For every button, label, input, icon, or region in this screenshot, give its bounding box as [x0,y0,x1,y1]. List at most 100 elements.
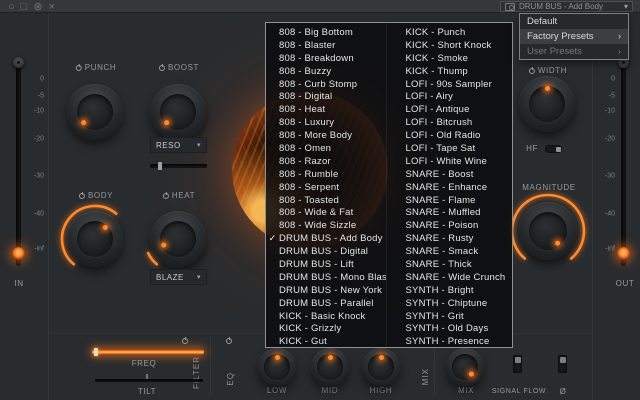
preset-item[interactable]: SYNTH - Chiptune [393,297,513,310]
preset-item[interactable]: 808 - Blaster [266,39,386,52]
preset-item[interactable]: DRUM BUS - Digital [266,245,386,258]
scale-label: -40 [605,211,615,218]
power-icon[interactable]: ⊗ [33,0,42,13]
signal-flow-toggle[interactable] [513,355,522,373]
boost-knob[interactable] [150,84,206,140]
preset-item[interactable]: 808 - Wide Sizzle [266,219,386,232]
preset-item[interactable]: LOFI - Old Radio [393,129,513,142]
scale-label: -10 [605,108,615,115]
high-knob[interactable] [362,348,400,386]
preset-item[interactable]: SNARE - Flame [393,194,513,207]
preset-item[interactable]: SNARE - Boost [393,168,513,181]
magnitude-knob[interactable] [519,202,577,260]
preset-item[interactable]: KICK - Gut [266,335,386,347]
preset-item[interactable]: LOFI - Antique [393,103,513,116]
preset-item[interactable]: 808 - Omen [266,142,386,155]
chevron-down-icon[interactable]: ▾ [624,2,628,11]
mid-knob[interactable] [311,348,349,386]
width-knob[interactable] [519,76,575,132]
preset-item[interactable]: KICK - Short Knock [393,39,513,52]
preset-item[interactable]: 808 - Heat [266,103,386,116]
preset-item[interactable]: LOFI - Tape Sat [393,142,513,155]
preset-item[interactable]: KICK - Grizzly [266,322,386,335]
preset-item[interactable]: SNARE - Rusty [393,232,513,245]
preset-item[interactable]: 808 - Big Bottom [266,26,386,39]
power-icon[interactable] [79,193,85,199]
filter-power-icon[interactable] [182,338,188,344]
preset-item[interactable]: DRUM BUS - Parallel [266,297,386,310]
preset-item[interactable]: SNARE - Enhance [393,181,513,194]
preset-item[interactable]: SNARE - Thick [393,258,513,271]
preset-item[interactable]: 808 - Toasted [266,194,386,207]
menu-item-factory-presets[interactable]: Factory Presets › [520,29,628,44]
reso-select[interactable]: RESO ▾ [150,137,207,153]
reso-slider[interactable] [150,164,207,168]
preset-item[interactable]: SNARE - Muffled [393,206,513,219]
scale-label: 0 [40,76,44,83]
preset-item[interactable]: 808 - Breakdown [266,52,386,65]
preset-item[interactable]: SYNTH - Presence [393,335,513,347]
reso-slider-handle[interactable] [158,162,162,170]
input-level-led[interactable] [12,247,25,260]
redo-icon[interactable]: □ [21,1,28,13]
preset-item[interactable]: KICK - Thump [393,65,513,78]
preset-item[interactable]: SYNTH - Bright [393,284,513,297]
undo-icon[interactable]: ○ [8,1,15,13]
eq-power-icon[interactable] [226,338,232,344]
filter-section-label: FILTER [192,356,201,389]
freq-slider[interactable] [92,349,204,355]
preset-item[interactable]: ✓DRUM BUS - Add Body [266,232,386,245]
preset-item[interactable]: 808 - More Body [266,129,386,142]
hf-toggle[interactable] [545,145,562,153]
preset-item[interactable]: LOFI - 90s Sampler [393,78,513,91]
freq-slider-handle[interactable] [94,348,98,356]
heat-knob[interactable] [150,211,206,267]
preset-item[interactable]: SNARE - Poison [393,219,513,232]
preset-item[interactable]: 808 - Rumble [266,168,386,181]
preset-item[interactable]: SYNTH - Grit [393,310,513,323]
body-knob[interactable] [67,211,123,267]
input-gain-track[interactable] [16,62,21,266]
preset-item[interactable]: 808 - Curb Stomp [266,78,386,91]
preset-item[interactable]: 808 - Luxury [266,116,386,129]
output-level-led[interactable] [617,247,630,260]
preset-item[interactable]: LOFI - White Wine [393,155,513,168]
divider [592,13,593,400]
low-knob[interactable] [258,348,296,386]
preset-item[interactable]: 808 - Wide & Fat [266,206,386,219]
power-icon[interactable] [163,193,169,199]
preset-item[interactable]: KICK - Basic Knock [266,310,386,323]
preset-selector[interactable]: DRUM BUS - Add Body ▾ [500,1,633,12]
preset-item[interactable]: KICK - Smoke [393,52,513,65]
power-icon[interactable] [529,68,535,74]
preset-item[interactable]: SNARE - Smack [393,245,513,258]
preset-item[interactable]: 808 - Digital [266,90,386,103]
preset-item[interactable]: DRUM BUS - New York [266,284,386,297]
preset-item[interactable]: SYNTH - Old Days [393,322,513,335]
preset-item[interactable]: SNARE - Wide Crunch [393,271,513,284]
preset-item[interactable]: 808 - Serpent [266,181,386,194]
preset-item[interactable]: DRUM BUS - Mono Blast [266,271,386,284]
toolbar-icon-group: ○ □ ⊗ × [5,0,58,13]
preset-item[interactable]: 808 - Razor [266,155,386,168]
punch-knob[interactable] [67,84,123,140]
high-label: HIGH [370,386,392,395]
phase-toggle[interactable] [558,355,567,373]
preset-item[interactable]: LOFI - Airy [393,90,513,103]
preset-item[interactable]: KICK - Punch [393,26,513,39]
blaze-select[interactable]: BLAZE ▾ [150,269,207,285]
tilt-slider[interactable] [95,379,203,382]
preset-item[interactable]: DRUM BUS - Lift [266,258,386,271]
snapshot-icon[interactable] [505,3,515,11]
input-gain-thumb[interactable] [13,57,24,68]
preset-item[interactable]: 808 - Buzzy [266,65,386,78]
power-icon[interactable] [76,65,82,71]
mix-knob[interactable] [446,348,484,386]
output-gain-track[interactable] [621,62,626,266]
submenu-arrow-icon: › [618,44,621,59]
resize-icon[interactable]: × [49,1,55,13]
menu-item-user-presets[interactable]: User Presets › [520,44,628,59]
preset-item[interactable]: LOFI - Bitcrush [393,116,513,129]
power-icon[interactable] [159,65,165,71]
menu-item-default[interactable]: Default [520,14,628,29]
